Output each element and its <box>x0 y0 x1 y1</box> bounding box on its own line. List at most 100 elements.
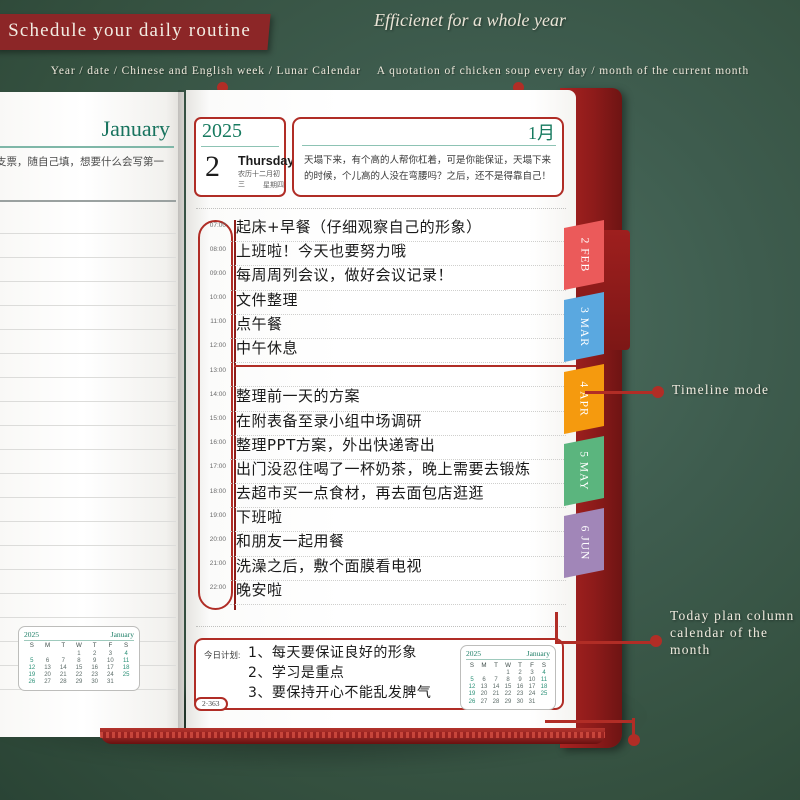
timeline-entry[interactable]: 和朋友一起用餐 <box>230 532 566 557</box>
mini-calendar-day[interactable]: 21 <box>55 672 71 679</box>
mini-calendar-day[interactable]: 11 <box>538 676 550 683</box>
mini-calendar-day[interactable]: 13 <box>40 664 56 671</box>
mini-calendar-day[interactable]: 14 <box>490 684 502 691</box>
mini-calendar-day[interactable]: 30 <box>514 698 526 705</box>
timeline-row[interactable]: 11:00 点午餐 <box>194 315 566 339</box>
mini-calendar-day[interactable]: 2 <box>514 669 526 676</box>
mini-calendar-day[interactable]: 8 <box>502 676 514 683</box>
timeline-row[interactable]: 09:00 每周周列会议，做好会议记录！ <box>194 266 566 291</box>
mini-calendar-day[interactable]: 6 <box>478 676 490 683</box>
timeline-entry[interactable]: 点午餐 <box>230 315 566 339</box>
mini-calendar-day[interactable]: 10 <box>526 676 538 683</box>
timeline-row[interactable]: 16:00 整理PPT方案，外出快递寄出 <box>194 436 566 460</box>
timeline-entry[interactable]: 文件整理 <box>230 291 566 315</box>
mini-calendar-day[interactable]: 31 <box>526 698 538 705</box>
mini-calendar-day[interactable] <box>478 669 490 676</box>
mini-calendar-day[interactable]: 1 <box>502 669 514 676</box>
mini-calendar-day[interactable]: 18 <box>118 664 134 671</box>
index-tab-apr[interactable]: 4 APR <box>564 364 604 434</box>
today-plan-item[interactable]: 3、要保持开心不能乱发脾气 <box>248 684 431 704</box>
mini-calendar-day[interactable]: 22 <box>502 691 514 698</box>
timeline-row[interactable]: 07:00 起床+早餐（仔细观察自己的形象） <box>194 218 566 243</box>
mini-calendar-day[interactable]: 22 <box>71 672 87 679</box>
mini-calendar-day[interactable]: 17 <box>526 684 538 691</box>
timeline-entry[interactable]: 晚安啦 <box>230 581 566 605</box>
mini-calendar-day[interactable]: 6 <box>40 657 56 664</box>
mini-calendar-day[interactable] <box>40 650 56 657</box>
mini-calendar-day[interactable]: 4 <box>538 669 550 676</box>
mini-calendar-day[interactable]: 3 <box>526 669 538 676</box>
timeline-row[interactable]: 18:00 去超市买一点食材，再去面包店逛逛 <box>194 484 566 509</box>
timeline-row[interactable]: 21:00 洗澡之后，敷个面膜看电视 <box>194 557 566 581</box>
mini-calendar-day[interactable]: 18 <box>538 684 550 691</box>
mini-calendar-day[interactable] <box>24 650 40 657</box>
mini-calendar-day[interactable]: 20 <box>40 672 56 679</box>
mini-calendar-day[interactable] <box>490 669 502 676</box>
mini-calendar-day[interactable]: 2 <box>87 650 103 657</box>
mini-calendar-day[interactable]: 5 <box>24 657 40 664</box>
mini-calendar-day[interactable]: 10 <box>103 657 119 664</box>
index-tab-jun[interactable]: 6 JUN <box>564 508 604 578</box>
mini-calendar-day[interactable]: 14 <box>55 664 71 671</box>
timeline-entry[interactable]: 上班啦！今天也要努力哦 <box>230 242 566 267</box>
mini-calendar-day[interactable]: 7 <box>490 676 502 683</box>
mini-calendar-day[interactable]: 19 <box>466 691 478 698</box>
mini-calendar-day[interactable] <box>118 679 134 686</box>
timeline-row[interactable]: 15:00 在附表备至录小组中场调研 <box>194 412 566 436</box>
mini-calendar-day[interactable]: 28 <box>490 698 502 705</box>
timeline-row[interactable]: 22:00 晚安啦 <box>194 581 566 605</box>
mini-calendar-day[interactable]: 4 <box>118 650 134 657</box>
mini-calendar-day[interactable]: 11 <box>118 657 134 664</box>
mini-calendar-day[interactable]: 28 <box>55 679 71 686</box>
mini-calendar-day[interactable]: 9 <box>87 657 103 664</box>
today-plan-item[interactable]: 2、学习是重点 <box>248 664 431 684</box>
mini-calendar-day[interactable]: 30 <box>87 679 103 686</box>
mini-calendar-day[interactable]: 8 <box>71 657 87 664</box>
mini-calendar-day[interactable]: 9 <box>514 676 526 683</box>
mini-calendar-day[interactable]: 19 <box>24 672 40 679</box>
timeline-row[interactable]: 08:00 上班啦！今天也要努力哦 <box>194 242 566 267</box>
mini-calendar-day[interactable]: 5 <box>466 676 478 683</box>
index-tab-mar[interactable]: 3 MAR <box>564 292 604 362</box>
timeline-row[interactable]: 20:00 和朋友一起用餐 <box>194 532 566 557</box>
mini-calendar-day[interactable]: 3 <box>103 650 119 657</box>
mini-calendar-day[interactable]: 1 <box>71 650 87 657</box>
mini-calendar-day[interactable] <box>538 698 550 705</box>
timeline-row[interactable]: 14:00 整理前一天的方案 <box>194 387 566 412</box>
mini-calendar-day[interactable]: 12 <box>24 664 40 671</box>
mini-calendar-day[interactable]: 16 <box>87 664 103 671</box>
mini-calendar-day[interactable]: 27 <box>40 679 56 686</box>
timeline-row[interactable]: 12:00 中午休息 <box>194 339 566 364</box>
timeline-entry[interactable]: 去超市买一点食材，再去面包店逛逛 <box>230 484 566 509</box>
mini-calendar-day[interactable]: 29 <box>71 679 87 686</box>
timeline-row[interactable]: 10:00 文件整理 <box>194 291 566 315</box>
mini-calendar-day[interactable]: 24 <box>103 672 119 679</box>
timeline-entry[interactable]: 每周周列会议，做好会议记录！ <box>230 266 566 291</box>
today-plan-item[interactable]: 1、每天要保证良好的形象 <box>248 644 431 664</box>
index-tab-feb[interactable]: 2 FEB <box>564 220 604 290</box>
timeline-entry[interactable]: 洗澡之后，敷个面膜看电视 <box>230 557 566 581</box>
timeline-entry[interactable]: 出门没忍住喝了一杯奶茶，晚上需要去锻炼 <box>230 460 566 485</box>
mini-calendar-day[interactable]: 25 <box>118 672 134 679</box>
timeline-entry[interactable]: 在附表备至录小组中场调研 <box>230 412 566 436</box>
mini-calendar-day[interactable]: 23 <box>514 691 526 698</box>
mini-calendar-day[interactable]: 12 <box>466 684 478 691</box>
timeline-entry[interactable]: 下班啦 <box>230 508 566 533</box>
mini-calendar-day[interactable] <box>55 650 71 657</box>
mini-calendar-day[interactable]: 23 <box>87 672 103 679</box>
timeline-entry[interactable]: 中午休息 <box>230 339 566 364</box>
timeline-entry[interactable]: 整理PPT方案，外出快递寄出 <box>230 436 566 460</box>
mini-calendar-day[interactable]: 27 <box>478 698 490 705</box>
mini-calendar-day[interactable]: 29 <box>502 698 514 705</box>
mini-calendar-day[interactable]: 21 <box>490 691 502 698</box>
mini-calendar-day[interactable]: 7 <box>55 657 71 664</box>
mini-calendar-day[interactable]: 31 <box>103 679 119 686</box>
mini-calendar-day[interactable]: 13 <box>478 684 490 691</box>
timeline-entry[interactable]: 整理前一天的方案 <box>230 387 566 412</box>
mini-calendar-day[interactable]: 25 <box>538 691 550 698</box>
mini-calendar-day[interactable] <box>466 669 478 676</box>
mini-calendar-day[interactable]: 26 <box>466 698 478 705</box>
mini-calendar-day[interactable]: 26 <box>24 679 40 686</box>
mini-calendar-day[interactable]: 15 <box>502 684 514 691</box>
mini-calendar-day[interactable]: 17 <box>103 664 119 671</box>
